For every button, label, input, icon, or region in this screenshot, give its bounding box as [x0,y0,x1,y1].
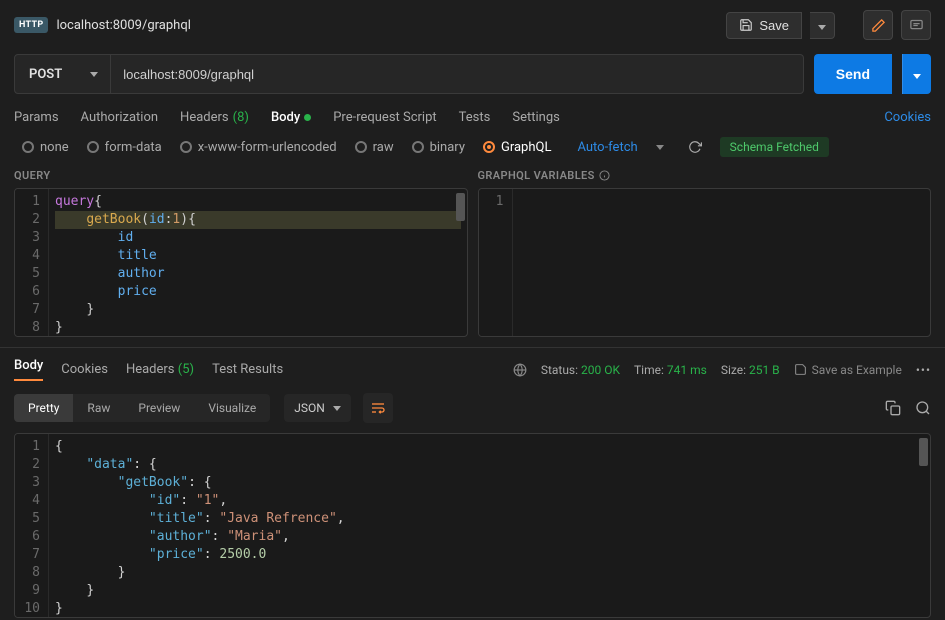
pencil-icon [871,18,886,33]
response-type-select[interactable]: JSON [284,394,351,422]
body-label: Body [271,110,300,125]
query-code[interactable]: query{ getBook(id:1){ id title author pr… [49,189,467,336]
query-editor[interactable]: 12345678 query{ getBook(id:1){ id title … [14,188,468,337]
copy-icon[interactable] [885,400,901,416]
save-label: Save [759,18,789,33]
tab-settings[interactable]: Settings [512,110,559,125]
query-header: QUERY [14,167,468,188]
send-dropdown[interactable] [902,54,931,94]
scrollbar[interactable] [919,438,928,466]
scrollbar[interactable] [456,193,465,221]
view-raw[interactable]: Raw [73,394,124,422]
resp-tab-cookies[interactable]: Cookies [61,362,108,377]
globe-icon[interactable] [513,363,527,377]
autofetch-toggle[interactable]: Auto-fetch [569,140,637,155]
save-dropdown[interactable] [810,12,835,39]
save-icon [794,363,807,376]
status-label: Status: [541,363,578,377]
chevron-down-icon [818,25,826,30]
chevron-down-icon [913,74,921,79]
tab-headers[interactable]: Headers (8) [180,110,249,125]
variables-editor[interactable]: 1 [478,188,932,337]
status-value: 200 OK [581,363,620,377]
view-preview[interactable]: Preview [124,394,194,422]
response-gutter: 12345678910 [15,434,49,617]
comment-button[interactable] [901,10,931,40]
headers-count: (8) [233,110,249,125]
variables-gutter: 1 [479,189,513,336]
radio-xwww[interactable]: x-www-form-urlencoded [180,140,337,155]
resp-tab-testresults[interactable]: Test Results [212,362,283,377]
info-icon [599,170,610,181]
save-button[interactable]: Save [726,12,802,39]
time-label: Time: [634,363,664,377]
size-value: 251 B [749,363,780,377]
size-label: Size: [721,363,746,377]
radio-none[interactable]: none [22,140,69,155]
send-button[interactable]: Send [814,54,892,94]
url-input[interactable] [111,55,803,93]
radio-form-data[interactable]: form-data [87,140,162,155]
edit-button[interactable] [863,10,893,40]
method-select[interactable]: POST [15,55,111,93]
time-value: 741 ms [667,363,707,377]
response-code[interactable]: { "data": { "getBook": { "id": "1", "tit… [49,434,930,617]
tab-authorization[interactable]: Authorization [81,110,159,125]
wrap-lines-button[interactable] [363,393,393,423]
tab-tests[interactable]: Tests [459,110,491,125]
query-gutter: 12345678 [15,189,49,336]
comment-icon [909,18,924,33]
search-icon[interactable] [915,400,931,416]
variables-code[interactable] [513,189,931,336]
tab-title: localhost:8009/graphql [56,18,718,33]
headers-label: Headers [180,110,229,125]
chevron-down-icon [90,72,98,77]
response-editor[interactable]: 12345678910 { "data": { "getBook": { "id… [14,433,931,618]
view-visualize[interactable]: Visualize [194,394,270,422]
cookies-link[interactable]: Cookies [884,110,931,125]
http-badge: HTTP [14,17,48,33]
refresh-icon[interactable] [688,140,702,154]
variables-header: GRAPHQL VARIABLES [478,167,932,188]
resp-headers-count: (5) [178,362,194,377]
wrap-icon [370,400,386,416]
resp-tab-headers[interactable]: Headers (5) [126,362,194,377]
chevron-down-icon [333,406,341,411]
view-pretty[interactable]: Pretty [14,394,73,422]
tab-body[interactable]: Body [271,110,311,125]
resp-tab-body[interactable]: Body [14,358,43,381]
schema-status-badge: Schema Fetched [720,137,829,157]
tab-params[interactable]: Params [14,110,59,125]
more-menu[interactable]: ••• [916,363,931,377]
radio-binary[interactable]: binary [412,140,465,155]
save-icon [739,18,753,32]
radio-graphql[interactable]: GraphQL [483,140,551,155]
request-bar: POST [14,54,804,94]
method-label: POST [29,67,62,82]
view-segment: Pretty Raw Preview Visualize [14,394,270,422]
tab-prerequest[interactable]: Pre-request Script [333,110,436,125]
radio-raw[interactable]: raw [355,140,394,155]
save-as-example[interactable]: Save as Example [794,363,902,377]
chevron-down-icon [656,145,664,150]
dot-indicator [304,114,311,121]
